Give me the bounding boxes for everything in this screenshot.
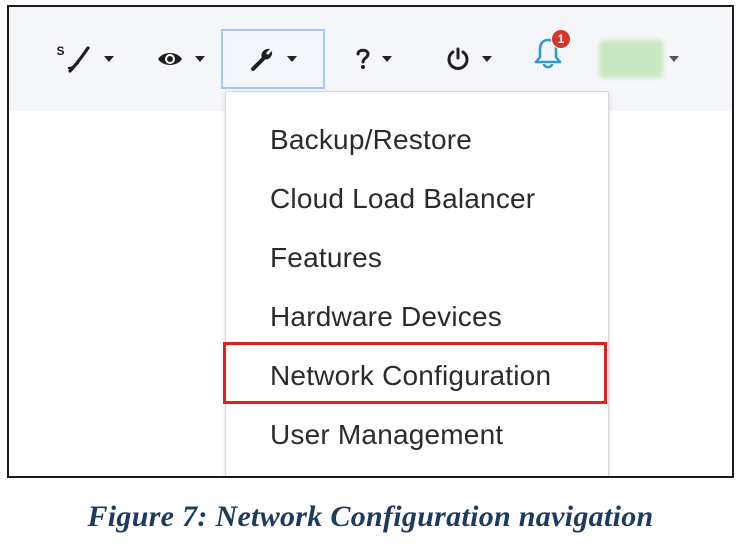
wrench-icon <box>251 48 273 71</box>
avatar <box>599 40 663 78</box>
chevron-down-icon <box>195 56 205 62</box>
notifications-button[interactable]: 1 <box>523 23 573 83</box>
tools-menu-button[interactable] <box>221 29 325 89</box>
chevron-down-icon <box>482 56 492 62</box>
chevron-down-icon <box>287 56 297 62</box>
power-icon <box>447 47 469 70</box>
screenshot-frame: S 1 Backup/Restore Cloud Load Balancer F… <box>7 5 734 478</box>
help-menu-button[interactable] <box>339 29 409 89</box>
help-icon <box>356 48 370 69</box>
signature-menu-button[interactable]: S <box>45 29 125 89</box>
menu-item-user-management[interactable]: User Management <box>270 419 503 451</box>
signature-letter: S <box>56 44 65 58</box>
menu-item-backup-restore[interactable]: Backup/Restore <box>270 124 472 156</box>
chevron-down-icon <box>382 56 392 62</box>
menu-item-network-configuration[interactable]: Network Configuration <box>270 360 551 392</box>
figure-caption: Figure 7: Network Configuration navigati… <box>87 500 654 533</box>
eye-icon <box>158 53 182 65</box>
power-menu-button[interactable] <box>429 29 509 89</box>
chevron-down-icon <box>669 56 679 62</box>
user-menu-button[interactable] <box>591 29 687 89</box>
chevron-down-icon <box>103 56 114 62</box>
menu-item-hardware-devices[interactable]: Hardware Devices <box>270 301 502 333</box>
menu-item-features[interactable]: Features <box>270 242 382 274</box>
menu-item-cloud-load-balancer[interactable]: Cloud Load Balancer <box>270 183 535 215</box>
tools-dropdown-menu: Backup/Restore Cloud Load Balancer Featu… <box>225 91 609 476</box>
signature-icon <box>67 46 90 73</box>
notification-badge: 1 <box>551 29 571 49</box>
view-menu-button[interactable] <box>141 29 221 89</box>
